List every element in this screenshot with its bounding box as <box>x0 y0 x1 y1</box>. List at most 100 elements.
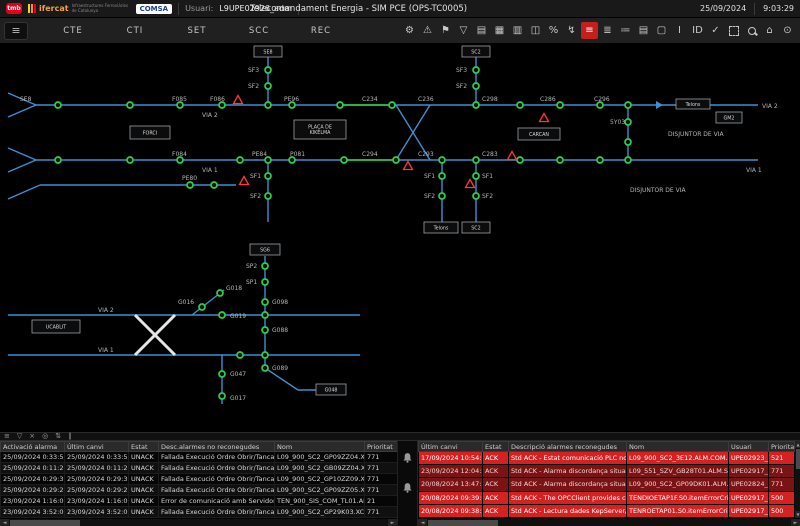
filter-icon[interactable]: ▽ <box>455 22 472 39</box>
switch-state-node[interactable] <box>439 193 445 199</box>
alarm-triangle-icon[interactable] <box>404 162 413 170</box>
switch-state-node[interactable] <box>237 352 243 358</box>
alarm-row[interactable]: 25/09/2024 0:11:23:85425/09/2024 0:11:23… <box>1 463 398 474</box>
switch-state-node[interactable] <box>265 67 271 73</box>
scroll-down-icon[interactable]: ▼ <box>795 511 800 518</box>
scrollbar-thumb[interactable] <box>796 449 800 469</box>
column-header[interactable]: Activació alarma <box>1 442 65 452</box>
column-header[interactable]: Estat <box>483 442 509 452</box>
alarm-triangle-icon[interactable] <box>234 96 243 104</box>
scroll-right-icon[interactable]: ► <box>791 519 800 526</box>
validate-icon[interactable]: ✓ <box>707 22 724 39</box>
id-icon[interactable]: ID <box>689 22 706 39</box>
switch-state-node[interactable] <box>473 83 479 89</box>
percent-icon[interactable]: % <box>545 22 562 39</box>
exit-icon[interactable]: ⊙ <box>779 22 796 39</box>
document-icon[interactable]: ▢ <box>653 22 670 39</box>
scrollbar-thumb[interactable] <box>10 520 80 526</box>
settings-icon[interactable]: ⚙ <box>401 22 418 39</box>
alarm-row[interactable]: 23/09/2024 12:04:09:197ACKStd ACK - Alar… <box>419 465 795 478</box>
scroll-up-icon[interactable]: ▲ <box>795 441 800 448</box>
switch-state-node[interactable] <box>199 304 205 310</box>
home-icon[interactable]: ⌂ <box>761 22 778 39</box>
print-icon[interactable]: ▦ <box>491 22 508 39</box>
switch-state-node[interactable] <box>265 173 271 179</box>
column-header[interactable]: Últim canvi <box>65 442 129 452</box>
tab-rec[interactable]: REC <box>292 21 350 41</box>
alarm-triangle-icon[interactable] <box>466 180 475 188</box>
switch-state-node[interactable] <box>625 119 631 125</box>
chart-icon[interactable]: ▥ <box>509 22 526 39</box>
switch-state-node[interactable] <box>262 365 268 371</box>
switch-state-node[interactable] <box>262 312 268 318</box>
selection-icon[interactable] <box>725 22 742 39</box>
switch-state-node[interactable] <box>211 182 217 188</box>
scroll-left-icon[interactable]: ◄ <box>418 519 427 526</box>
alarm-row[interactable]: 20/08/2024 09:39:51:154ACKStd ACK - The … <box>419 491 795 504</box>
switch-state-node[interactable] <box>393 157 399 163</box>
alarm-row[interactable]: 23/09/2024 1:16:00:58623/09/2024 1:16:00… <box>1 496 398 507</box>
scroll-right-icon[interactable]: ► <box>388 519 397 526</box>
switch-state-node[interactable] <box>265 102 271 108</box>
alarm-row[interactable]: 25/09/2024 0:29:39:27625/09/2024 0:29:39… <box>1 474 398 485</box>
tab-set[interactable]: SET <box>168 21 226 41</box>
column-header[interactable]: Usuari <box>729 442 769 452</box>
alarm-pane-menu-icon[interactable]: ≡ <box>4 433 10 440</box>
switch-state-node[interactable] <box>237 157 243 163</box>
scroll-left-icon[interactable]: ◄ <box>0 519 9 526</box>
switch-state-node[interactable] <box>439 157 445 163</box>
switch-state-node[interactable] <box>262 263 268 269</box>
alarm-ack-icon[interactable]: ⚠ <box>419 22 436 39</box>
alarm-triangle-icon[interactable] <box>508 152 517 160</box>
alarm-row[interactable]: 25/09/2024 0:33:51:50925/09/2024 0:33:51… <box>1 452 398 463</box>
horizontal-scrollbar[interactable]: ◄ ► <box>0 518 397 526</box>
horizontal-scrollbar[interactable]: ◄ ► <box>418 518 800 526</box>
column-header[interactable]: Prioritat <box>365 442 398 452</box>
switch-state-node[interactable] <box>557 157 563 163</box>
switch-state-node[interactable] <box>389 102 395 108</box>
switch-state-node[interactable] <box>187 182 193 188</box>
alarm-row[interactable]: 20/08/2024 13:47:08:981ACKStd ACK - Alar… <box>419 478 795 491</box>
column-header[interactable]: Desc.alarmes no reconegudes <box>159 442 275 452</box>
report-icon[interactable]: ▤ <box>635 22 652 39</box>
switch-state-node[interactable] <box>219 371 225 377</box>
switch-state-node[interactable] <box>337 102 343 108</box>
switch-state-node[interactable] <box>262 299 268 305</box>
vertical-scrollbar[interactable]: ▲ ▼ <box>795 441 800 518</box>
alarm-summary-icon[interactable]: ≡ <box>581 22 598 39</box>
schematic-diagram[interactable]: SE8SC2FORCIPLAÇA DEKIKELMACARCANTelonsGM… <box>0 44 800 432</box>
switch-state-node[interactable] <box>217 290 223 296</box>
info-icon[interactable]: I <box>671 22 688 39</box>
switch-state-node[interactable] <box>262 327 268 333</box>
alarm-list-icon[interactable]: ≣ <box>599 22 616 39</box>
switch-state-node[interactable] <box>473 173 479 179</box>
pause-scroll-icon[interactable]: ∥ <box>68 433 72 440</box>
switch-state-node[interactable] <box>473 193 479 199</box>
switch-state-node[interactable] <box>55 157 61 163</box>
switch-state-node[interactable] <box>341 157 347 163</box>
column-header[interactable]: Prioritat <box>769 442 795 452</box>
switch-state-node[interactable] <box>262 279 268 285</box>
switch-state-node[interactable] <box>473 102 479 108</box>
switch-state-node[interactable] <box>265 83 271 89</box>
event-list-icon[interactable]: ≔ <box>617 22 634 39</box>
tab-cti[interactable]: CTI <box>106 21 164 41</box>
alarm-triangle-icon[interactable] <box>540 114 549 122</box>
alarm-bell-icon[interactable] <box>401 451 414 465</box>
alarm-row[interactable]: 25/09/2024 0:29:22:37025/09/2024 0:29:22… <box>1 485 398 496</box>
alarm-bell-icon[interactable] <box>401 481 414 495</box>
switch-state-node[interactable] <box>219 312 225 318</box>
switch-state-node[interactable] <box>517 102 523 108</box>
switch-state-node[interactable] <box>473 67 479 73</box>
switch-state-node[interactable] <box>557 102 563 108</box>
switch-state-node[interactable] <box>219 393 225 399</box>
switch-state-node[interactable] <box>625 139 631 145</box>
clear-filter-icon[interactable]: × <box>29 433 35 440</box>
alarm-row[interactable]: 17/09/2024 10:54:36:830ACKStd ACK - Esta… <box>419 452 795 465</box>
alarm-row[interactable]: 23/09/2024 3:52:00:38623/09/2024 3:52:00… <box>1 507 398 518</box>
column-header[interactable]: Estat <box>129 442 159 452</box>
network-icon[interactable]: ◫ <box>527 22 544 39</box>
column-header[interactable]: Descripció alarmes reconegudes <box>509 442 627 452</box>
column-header[interactable]: Nom <box>275 442 365 452</box>
switch-state-node[interactable] <box>597 157 603 163</box>
